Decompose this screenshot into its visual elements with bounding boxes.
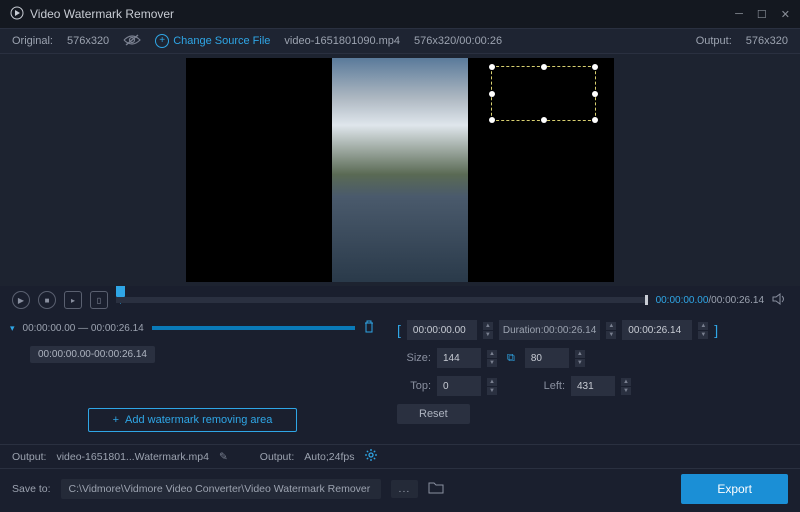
parameters-pane: [ ▲▼ Duration:00:00:26.14 ▲▼ ▲▼ ] Size: … [385,314,800,444]
end-time-input[interactable] [622,320,692,340]
add-watermark-area-button[interactable]: + Add watermark removing area [88,408,298,432]
segment-dropdown-icon[interactable]: ▾ [10,323,15,334]
source-filename: video-1651801090.mp4 [284,35,400,47]
original-label: Original: [12,35,53,47]
source-bar: Original: 576x320 + Change Source File v… [0,28,800,54]
title-bar: Video Watermark Remover ─ ☐ ✕ [0,0,800,28]
top-label: Top: [397,380,431,392]
resize-handle-s[interactable] [541,117,547,123]
segment-line [152,326,355,330]
left-input[interactable] [571,376,615,396]
step-fwd-button[interactable]: ▸ [64,291,82,309]
browse-path-button[interactable]: ... [391,480,419,498]
segment-chip[interactable]: 00:00:00.00-00:00:26.14 [30,346,155,363]
output-format-value: Auto;24fps [304,451,354,463]
video-thumbnail [332,58,468,282]
delete-segment-button[interactable] [363,320,375,336]
segment-range: 00:00:00.00 — 00:00:26.14 [23,323,144,334]
time-current: 00:00:00.00 [656,295,709,306]
duration-value: 00:00:26.14 [543,325,596,336]
size-label: Size: [397,352,431,364]
resize-handle-se[interactable] [592,117,598,123]
app-logo-icon [10,6,24,23]
preview-area [0,54,800,286]
reset-button[interactable]: Reset [397,404,470,424]
output-settings-row: Output: video-1651801...Watermark.mp4 ✎ … [0,444,800,468]
edit-filename-icon[interactable]: ✎ [219,451,228,463]
end-down-button[interactable]: ▼ [698,331,708,339]
change-source-button[interactable]: + Change Source File [155,34,270,48]
left-up-button[interactable]: ▲ [621,378,631,386]
start-down-button[interactable]: ▼ [483,331,493,339]
add-area-label: Add watermark removing area [125,414,272,426]
save-to-label: Save to: [12,483,51,495]
output-label: Output: [696,35,732,47]
resize-handle-e[interactable] [592,91,598,97]
save-row: Save to: C:\Vidmore\Vidmore Video Conver… [0,468,800,508]
duration-label: Duration: [503,325,544,336]
minimize-button[interactable]: ─ [735,8,743,21]
start-up-button[interactable]: ▲ [483,322,493,330]
resize-handle-w[interactable] [489,91,495,97]
h-down-button[interactable]: ▼ [575,359,585,367]
start-time-input[interactable] [407,320,477,340]
close-button[interactable]: ✕ [781,8,790,21]
dur-down-button[interactable]: ▼ [606,331,616,339]
output-file-label: Output: [12,451,46,463]
bracket-left-icon[interactable]: [ [397,322,401,338]
timeline-track[interactable] [116,292,648,308]
link-icon[interactable]: ⧉ [507,352,515,365]
output-dimensions: 576x320 [746,35,788,47]
track-end-marker[interactable] [645,295,648,305]
stop-button[interactable]: ■ [38,291,56,309]
resize-handle-n[interactable] [541,64,547,70]
w-down-button[interactable]: ▼ [487,359,497,367]
maximize-button[interactable]: ☐ [757,8,767,21]
resize-handle-ne[interactable] [592,64,598,70]
resize-handle-sw[interactable] [489,117,495,123]
top-down-button[interactable]: ▼ [487,387,497,395]
transport-bar: ▶ ■ ▸ ▯ 00:00:00.00/00:00:26.14 [0,286,800,314]
source-dims-time: 576x320/00:00:26 [414,35,502,47]
change-source-label: Change Source File [173,35,270,47]
save-path: C:\Vidmore\Vidmore Video Converter\Video… [61,479,381,499]
plus-circle-icon: + [155,34,169,48]
width-input[interactable] [437,348,481,368]
height-input[interactable] [525,348,569,368]
time-total: 00:00:26.14 [711,295,764,306]
resize-handle-nw[interactable] [489,64,495,70]
output-settings-icon[interactable] [364,448,378,465]
output-format-label: Output: [260,451,294,463]
bracket-right-icon[interactable]: ] [714,322,718,338]
timecode: 00:00:00.00/00:00:26.14 [656,295,764,306]
bracket-button[interactable]: ▯ [90,291,108,309]
original-dimensions: 576x320 [67,35,109,47]
top-up-button[interactable]: ▲ [487,378,497,386]
segments-pane: ▾ 00:00:00.00 — 00:00:26.14 00:00:00.00-… [0,314,385,444]
plus-icon: + [113,414,119,426]
volume-icon[interactable] [772,292,788,309]
app-title: Video Watermark Remover [30,7,735,21]
open-folder-icon[interactable] [428,481,444,497]
left-label: Left: [531,380,565,392]
output-filename: video-1651801...Watermark.mp4 [56,451,209,463]
top-input[interactable] [437,376,481,396]
h-up-button[interactable]: ▲ [575,350,585,358]
duration-box: Duration:00:00:26.14 [499,320,600,340]
end-up-button[interactable]: ▲ [698,322,708,330]
export-button[interactable]: Export [681,474,788,504]
play-button[interactable]: ▶ [12,291,30,309]
selection-rectangle[interactable] [491,66,596,121]
dur-up-button[interactable]: ▲ [606,322,616,330]
video-stage[interactable] [186,58,614,282]
w-up-button[interactable]: ▲ [487,350,497,358]
left-down-button[interactable]: ▼ [621,387,631,395]
preview-toggle-icon[interactable] [123,34,141,49]
